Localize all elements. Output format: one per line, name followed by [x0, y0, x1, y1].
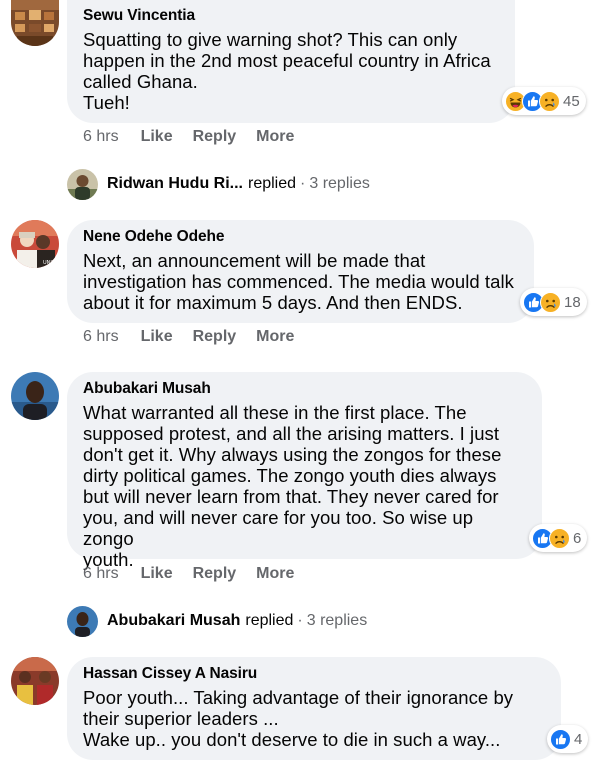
reaction-count: 18 [564, 293, 581, 311]
avatar[interactable] [11, 372, 59, 420]
reaction-summary[interactable]: 18 [520, 288, 587, 316]
comment-bubble: Nene Odehe Odehe Next, an announcement w… [67, 220, 534, 323]
comment-author[interactable]: Abubakari Musah [83, 379, 526, 399]
view-replies-link[interactable]: Ridwan Hudu Ri... replied · 3 replies [107, 175, 370, 193]
comment-bubble: Hassan Cissey A Nasiru Poor youth... Tak… [67, 657, 561, 760]
comment-text: What warranted all these in the first pl… [83, 402, 502, 570]
svg-text:UNIT: UNIT [43, 260, 56, 266]
view-replies-link[interactable]: Abubakari Musah replied · 3 replies [107, 612, 367, 630]
avatar[interactable]: UNIT [11, 220, 59, 268]
like-button[interactable]: Like [141, 328, 173, 346]
comment-text: Squatting to give warning shot? This can… [83, 29, 491, 113]
reply-button[interactable]: Reply [193, 128, 237, 146]
avatar[interactable] [67, 606, 98, 637]
comment-timestamp[interactable]: 6 hrs [83, 328, 119, 346]
comment-actions: 6 hrs Like Reply More [83, 328, 314, 346]
reply-button[interactable]: Reply [193, 565, 237, 583]
reaction-count: 6 [573, 529, 582, 547]
comment-timestamp[interactable]: 6 hrs [83, 565, 119, 583]
comment-actions: 6 hrs Like Reply More [83, 565, 314, 583]
reaction-summary[interactable]: 4 [547, 725, 589, 753]
comment-bubble: Abubakari Musah What warranted all these… [67, 372, 542, 570]
comment-bubble: Sewu Vincentia Squatting to give warning… [67, 0, 515, 123]
like-button[interactable]: Like [141, 128, 173, 146]
comment-author[interactable]: Hassan Cissey A Nasiru [83, 664, 545, 684]
reply-button[interactable]: Reply [193, 328, 237, 346]
comment-author[interactable]: Sewu Vincentia [83, 6, 499, 26]
more-button[interactable]: More [256, 128, 294, 146]
avatar[interactable] [11, 0, 59, 46]
reaction-count: 45 [563, 92, 580, 110]
like-button[interactable]: Like [141, 565, 173, 583]
sad-icon [540, 291, 561, 313]
sad-icon [549, 527, 570, 549]
like-icon [550, 728, 571, 750]
sad-icon [539, 90, 560, 112]
more-button[interactable]: More [256, 565, 294, 583]
reaction-summary[interactable]: 45 [502, 87, 586, 115]
reaction-count: 4 [574, 730, 583, 748]
comment-text: Next, an announcement will be made that … [83, 250, 514, 313]
comment-actions: 6 hrs Like Reply More [83, 128, 314, 146]
comment-timestamp[interactable]: 6 hrs [83, 128, 119, 146]
comment-author[interactable]: Nene Odehe Odehe [83, 227, 518, 247]
comment-text: Poor youth... Taking advantage of their … [83, 687, 514, 750]
reaction-summary[interactable]: 6 [529, 524, 588, 552]
avatar[interactable] [11, 657, 59, 705]
avatar[interactable] [67, 169, 98, 200]
more-button[interactable]: More [256, 328, 294, 346]
